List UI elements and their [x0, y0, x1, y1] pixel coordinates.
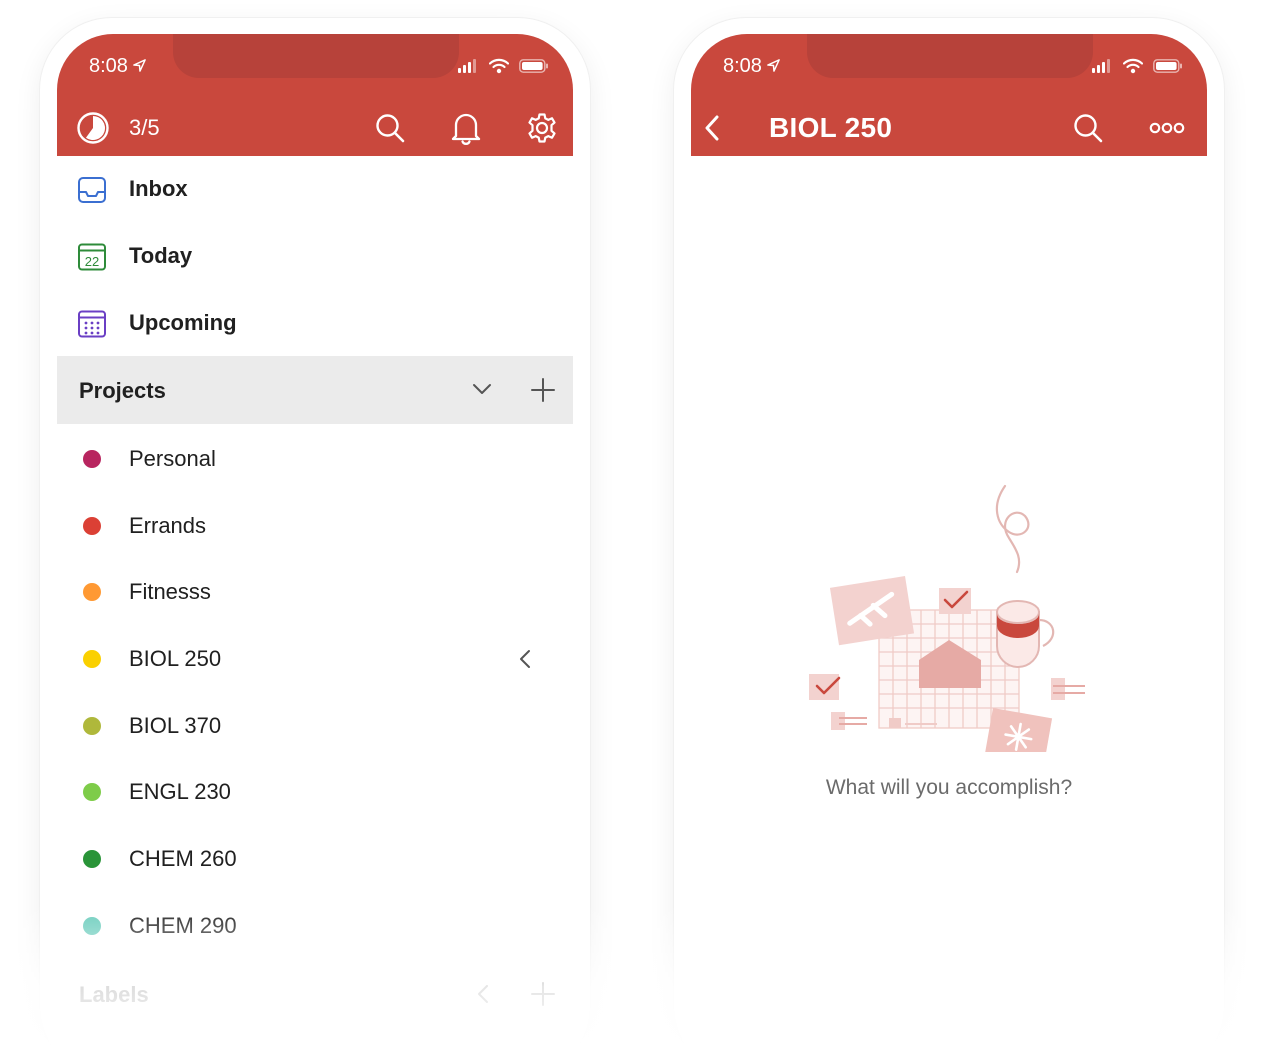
- project-color-dot: [83, 583, 101, 601]
- status-icons: [457, 58, 549, 74]
- project-title: BIOL 250: [769, 112, 893, 143]
- back-button[interactable]: [699, 110, 725, 146]
- nav-item-label: Upcoming: [129, 310, 237, 335]
- project-color-dot: [83, 917, 101, 935]
- status-time-label: 8:08: [723, 55, 762, 77]
- gear-icon: [528, 113, 556, 143]
- chevron-left-icon: [705, 115, 719, 141]
- search-button[interactable]: [1069, 110, 1107, 146]
- project-label: BIOL 250: [129, 646, 222, 671]
- status-time-label: 8:08: [89, 55, 128, 77]
- phone-frame-left: 8:08 3/5 Inbox 22 Today Upcoming Project…: [40, 18, 590, 1054]
- progress-count-label: 3/5: [129, 115, 160, 140]
- search-icon: [1074, 114, 1103, 143]
- chevron-left-icon[interactable]: [475, 983, 491, 1005]
- labels-section-header[interactable]: Labels: [57, 960, 573, 1028]
- project-item-chem-290[interactable]: CHEM 290: [57, 893, 573, 959]
- status-bar-time: 8:08: [89, 55, 147, 78]
- project-label: BIOL 370: [129, 713, 222, 738]
- phone-notch: [173, 34, 459, 78]
- nav-item-label: Today: [129, 243, 193, 268]
- notifications-button[interactable]: [447, 110, 485, 146]
- wifi-icon: [1123, 58, 1143, 74]
- today-day-number: 22: [85, 254, 99, 269]
- project-item-errands[interactable]: Errands: [57, 493, 573, 559]
- project-color-dot: [83, 650, 101, 668]
- inbox-icon: [78, 177, 106, 203]
- wifi-icon: [489, 58, 509, 74]
- more-options-button[interactable]: [1147, 110, 1187, 146]
- more-horizontal-icon: [1149, 122, 1185, 134]
- project-label: Fitnesss: [129, 579, 211, 604]
- project-color-dot: [83, 717, 101, 735]
- productivity-progress-button[interactable]: [75, 110, 111, 146]
- project-item-chem-260[interactable]: CHEM 260: [57, 826, 573, 892]
- phone-frame-right: 8:08 BIOL 250 What will you accomplish?: [674, 18, 1224, 1054]
- add-project-icon[interactable]: [531, 378, 555, 402]
- projects-screen: 8:08 3/5 Inbox 22 Today Upcoming Project…: [57, 34, 573, 1054]
- status-icons: [1091, 58, 1183, 74]
- empty-state-illustration: [809, 484, 1085, 752]
- nav-item-inbox[interactable]: Inbox: [57, 156, 573, 222]
- project-item-biol-370[interactable]: BIOL 370: [57, 693, 573, 759]
- battery-icon: [1153, 59, 1182, 73]
- labels-header-label: Labels: [79, 982, 149, 1007]
- projects-header-label: Projects: [79, 378, 166, 403]
- project-label: CHEM 260: [129, 846, 237, 871]
- app-header: 8:08 BIOL 250: [691, 34, 1207, 156]
- empty-state-message: What will you accomplish?: [825, 776, 1073, 799]
- signal-icon: [458, 59, 476, 73]
- location-arrow-icon: [767, 59, 780, 72]
- project-color-dot: [83, 850, 101, 868]
- battery-icon: [519, 59, 548, 73]
- search-button[interactable]: [371, 110, 409, 146]
- add-label-icon[interactable]: [531, 982, 555, 1006]
- nav-item-today[interactable]: 22 Today: [57, 223, 573, 289]
- location-arrow-icon: [133, 59, 146, 72]
- project-label: Errands: [129, 513, 207, 538]
- chevron-left-icon: [520, 650, 530, 668]
- chevron-down-icon[interactable]: [471, 381, 493, 397]
- project-item-biol-250[interactable]: BIOL 250: [57, 626, 573, 692]
- status-bar-time: 8:08: [723, 55, 781, 78]
- project-item-personal[interactable]: Personal: [57, 426, 573, 492]
- project-label: CHEM 290: [129, 913, 237, 938]
- project-color-dot: [83, 450, 101, 468]
- project-label: ENGL 230: [129, 779, 231, 804]
- progress-ring-icon: [77, 112, 109, 144]
- app-header: 8:08 3/5: [57, 34, 573, 156]
- project-label: Personal: [129, 446, 216, 471]
- nav-item-upcoming[interactable]: Upcoming: [57, 290, 573, 356]
- project-color-dot: [83, 517, 101, 535]
- signal-icon: [1092, 59, 1110, 73]
- project-item-engl-230[interactable]: ENGL 230: [57, 759, 573, 825]
- phone-notch: [807, 34, 1093, 78]
- settings-button[interactable]: [523, 110, 561, 146]
- nav-item-label: Inbox: [129, 176, 188, 201]
- project-color-dot: [83, 783, 101, 801]
- projects-section-header[interactable]: Projects: [57, 356, 573, 424]
- project-item-fitness[interactable]: Fitnesss: [57, 559, 573, 625]
- calendar-today-icon: 22: [78, 243, 106, 271]
- search-icon: [376, 114, 405, 143]
- bell-icon: [451, 113, 481, 145]
- project-detail-screen: 8:08 BIOL 250 What will you accomplish?: [691, 34, 1207, 1054]
- calendar-upcoming-icon: [78, 310, 106, 338]
